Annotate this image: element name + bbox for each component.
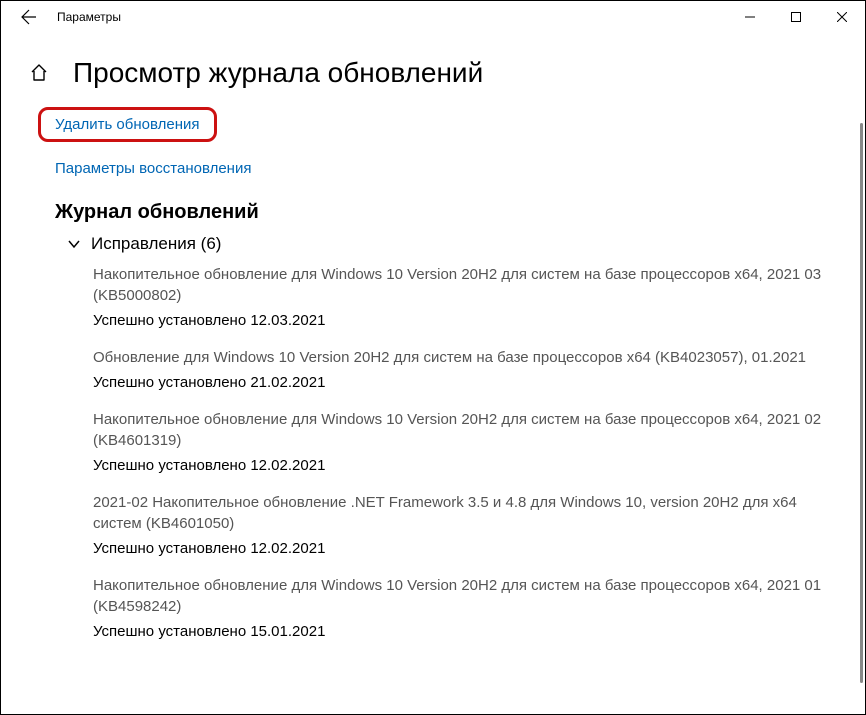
page-title: Просмотр журнала обновлений xyxy=(73,57,483,89)
update-title: Накопительное обновление для Windows 10 … xyxy=(93,264,825,306)
update-status: Успешно установлено 12.03.2021 xyxy=(93,312,825,329)
back-button[interactable] xyxy=(9,1,49,33)
update-item: 2021-02 Накопительное обновление .NET Fr… xyxy=(93,492,825,557)
back-arrow-icon xyxy=(21,9,37,25)
scrollbar[interactable] xyxy=(860,123,863,683)
update-title: Накопительное обновление для Windows 10 … xyxy=(93,575,825,617)
minimize-icon xyxy=(745,12,755,22)
updates-list: Накопительное обновление для Windows 10 … xyxy=(55,264,825,640)
history-heading: Журнал обновлений xyxy=(55,201,825,224)
recovery-options-link[interactable]: Параметры восстановления xyxy=(55,160,865,177)
update-title: Обновление для Windows 10 Version 20H2 д… xyxy=(93,347,825,368)
uninstall-updates-link[interactable]: Удалить обновления xyxy=(38,107,217,142)
update-title: 2021-02 Накопительное обновление .NET Fr… xyxy=(93,492,825,534)
group-label: Исправления (6) xyxy=(91,234,221,254)
update-item: Обновление для Windows 10 Version 20H2 д… xyxy=(93,347,825,391)
page-header: Просмотр журнала обновлений xyxy=(1,57,865,89)
update-status: Успешно установлено 12.02.2021 xyxy=(93,540,825,557)
minimize-button[interactable] xyxy=(727,1,773,33)
update-item: Накопительное обновление для Windows 10 … xyxy=(93,409,825,474)
close-button[interactable] xyxy=(819,1,865,33)
action-links: Удалить обновления Параметры восстановле… xyxy=(1,107,865,177)
update-status: Успешно установлено 15.01.2021 xyxy=(93,623,825,640)
close-icon xyxy=(837,12,847,22)
content-area: Просмотр журнала обновлений Удалить обно… xyxy=(1,33,865,714)
maximize-icon xyxy=(791,12,801,22)
update-title: Накопительное обновление для Windows 10 … xyxy=(93,409,825,451)
quality-updates-group[interactable]: Исправления (6) xyxy=(67,234,825,254)
update-item: Накопительное обновление для Windows 10 … xyxy=(93,264,825,329)
home-icon[interactable] xyxy=(29,63,49,83)
maximize-button[interactable] xyxy=(773,1,819,33)
titlebar: Параметры xyxy=(1,1,865,33)
update-status: Успешно установлено 21.02.2021 xyxy=(93,374,825,391)
update-item: Накопительное обновление для Windows 10 … xyxy=(93,575,825,640)
update-status: Успешно установлено 12.02.2021 xyxy=(93,457,825,474)
chevron-down-icon xyxy=(67,237,81,251)
window-controls xyxy=(727,1,865,33)
update-history-section: Журнал обновлений Исправления (6) Накопи… xyxy=(1,201,865,640)
window-title: Параметры xyxy=(57,10,727,24)
